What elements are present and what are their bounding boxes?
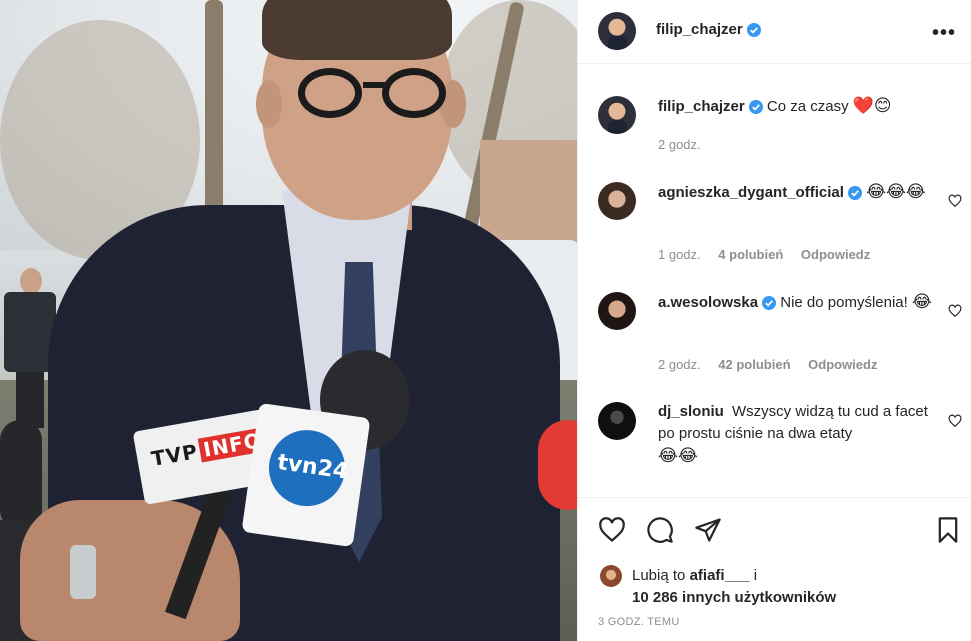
likes-conj: i: [753, 567, 758, 584]
photo-glasses-lens: [382, 68, 446, 118]
comment-item: agnieszka_dygant_official 😂😂😂 1 godz. 4 …: [578, 170, 971, 270]
caption-emoji: ❤️😊: [852, 96, 892, 116]
verified-badge-icon: [762, 296, 777, 311]
comment-username[interactable]: agnieszka_dygant_official: [658, 184, 844, 201]
author-row: filip_chajzer: [656, 21, 762, 39]
author-username[interactable]: filip_chajzer: [656, 21, 743, 38]
comment-icon[interactable]: [646, 516, 674, 544]
caption: filip_chajzer Co za czasy ❤️😊 2 godz.: [578, 80, 971, 160]
photo-glasses-lens: [298, 68, 362, 118]
comment-text-block: agnieszka_dygant_official 😂😂😂: [658, 181, 938, 204]
post-timestamp[interactable]: 3 GODZ. TEMU: [598, 616, 680, 628]
post-photo[interactable]: TVPINFO tvn24: [0, 0, 577, 641]
comment-emoji: 😂: [911, 292, 932, 312]
bookmark-icon[interactable]: [934, 516, 962, 544]
comment-meta: 2 godz. 42 polubień Odpowiedz: [658, 357, 891, 372]
avatar[interactable]: [598, 12, 636, 50]
comment-text-block: a.wesolowska Nie do pomyślenia! 😂: [658, 291, 938, 314]
verified-badge-icon: [747, 22, 762, 37]
comment-meta: 1 godz. 4 polubień Odpowiedz: [658, 247, 884, 262]
comment-like-heart-icon[interactable]: [948, 194, 962, 208]
share-icon[interactable]: [694, 516, 722, 544]
likes-summary: Lubią to afiafi___ i 10 286 innych użytk…: [600, 563, 960, 609]
comment-likes[interactable]: 42 polubień: [718, 357, 790, 372]
likes-prefix: Lubią to: [632, 567, 686, 584]
likes-others-link[interactable]: 10 286 innych użytkowników: [632, 589, 836, 606]
reply-button[interactable]: Odpowiedz: [801, 247, 870, 262]
photo-microphone: [0, 420, 42, 530]
verified-badge-icon: [748, 100, 763, 115]
caption-meta: 2 godz.: [658, 137, 715, 152]
heart-icon[interactable]: [598, 516, 626, 544]
comment-like-heart-icon[interactable]: [948, 414, 962, 428]
caption-text: Co za czasy: [766, 98, 849, 115]
avatar[interactable]: [598, 402, 636, 440]
photo-ear: [256, 80, 282, 128]
photo-watch: [70, 545, 96, 599]
avatar[interactable]: [598, 292, 636, 330]
comment-time[interactable]: 1 godz.: [658, 247, 701, 262]
comment-username[interactable]: dj_sloniu: [658, 403, 724, 420]
post-actions-bar: [578, 497, 971, 557]
comment-time[interactable]: 2 godz.: [658, 357, 701, 372]
caption-time[interactable]: 2 godz.: [658, 137, 701, 152]
caption-text-block: filip_chajzer Co za czasy ❤️😊: [658, 95, 892, 118]
photo-glasses-bridge: [363, 82, 385, 88]
tvp-brand-text: TVP: [149, 439, 200, 471]
comment-text-block: dj_sloniu Wszyscy widzą tu cud a facet p…: [658, 401, 928, 468]
comment-username[interactable]: a.wesolowska: [658, 294, 758, 311]
photo-microphone: [538, 420, 577, 510]
comment-likes[interactable]: 4 polubień: [718, 247, 783, 262]
comment-item: a.wesolowska Nie do pomyślenia! 😂 2 godz…: [578, 280, 971, 380]
post-side-panel: filip_chajzer ••• filip_chajzer Co za cz…: [577, 0, 971, 641]
comment-emoji: 😂😂😂: [866, 182, 926, 202]
avatar[interactable]: [598, 182, 636, 220]
caption-username[interactable]: filip_chajzer: [658, 98, 745, 115]
comment-text: Nie do pomyślenia!: [780, 294, 908, 311]
comment-item: dj_sloniu Wszyscy widzą tu cud a facet p…: [578, 390, 971, 490]
post-header: filip_chajzer •••: [578, 0, 971, 64]
reply-button[interactable]: Odpowiedz: [808, 357, 877, 372]
photo-tvn24-mic: tvn24: [241, 402, 371, 548]
verified-badge-icon: [847, 186, 862, 201]
likes-text: Lubią to afiafi___ i 10 286 innych użytk…: [632, 565, 836, 609]
comment-like-heart-icon[interactable]: [948, 304, 962, 318]
avatar[interactable]: [600, 565, 622, 587]
more-options-icon[interactable]: •••: [932, 22, 956, 45]
comment-emoji: 😂😂: [658, 446, 698, 466]
likes-user-link[interactable]: afiafi___: [690, 567, 750, 584]
photo-hair: [262, 0, 452, 60]
avatar[interactable]: [598, 96, 636, 134]
